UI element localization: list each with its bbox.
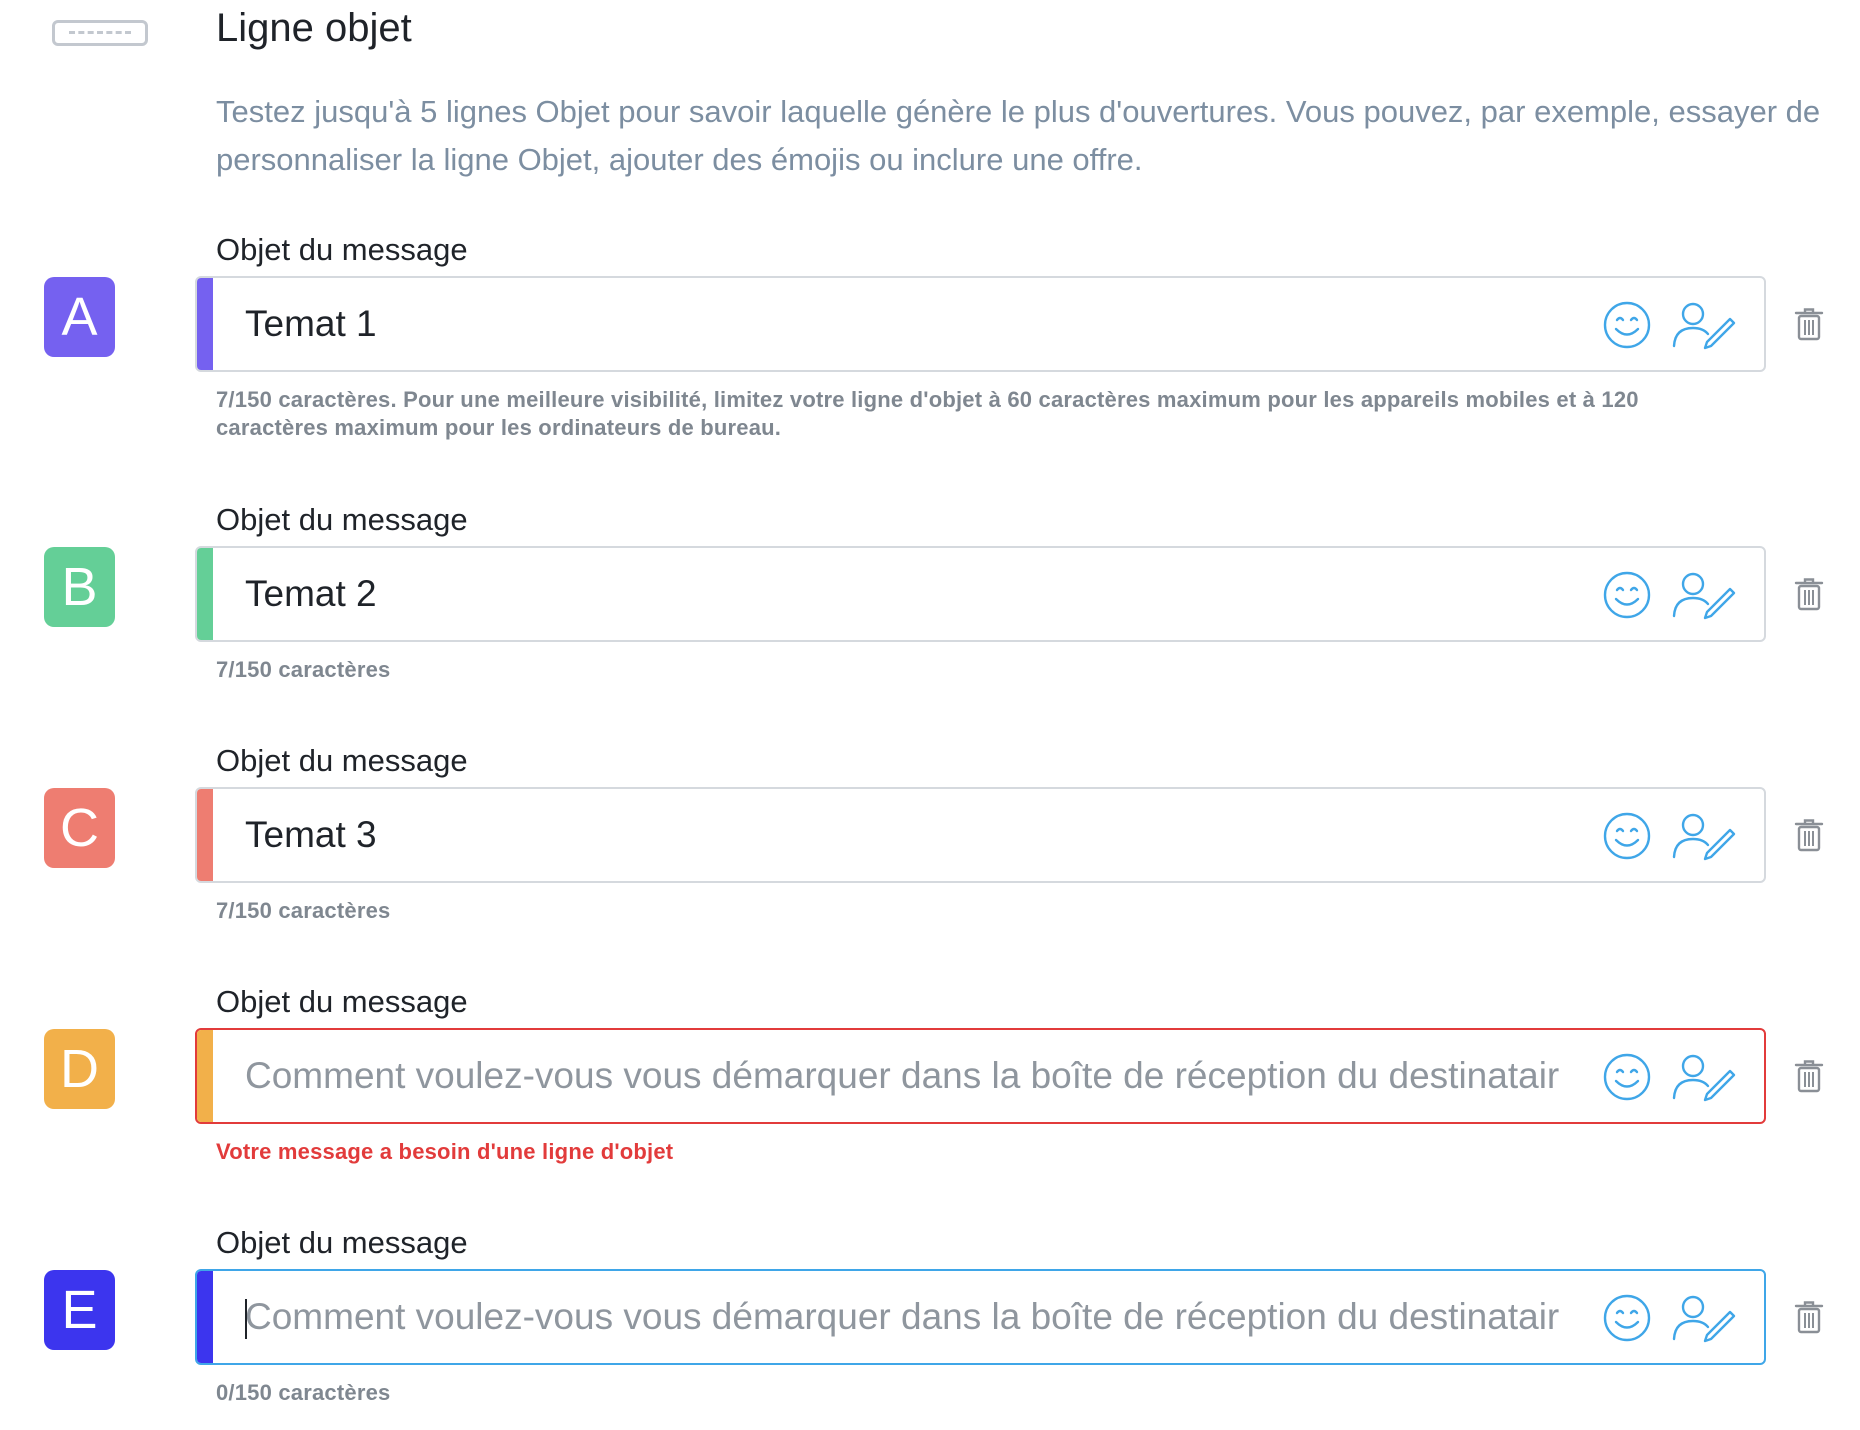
variant-letter-badge: B: [44, 547, 115, 627]
personalize-icon[interactable]: [1671, 811, 1737, 861]
subject-input[interactable]: [245, 548, 1565, 640]
subject-input[interactable]: [245, 278, 1565, 370]
subject-input-box: [195, 546, 1766, 642]
character-count-helper: 7/150 caractères: [216, 898, 391, 923]
variant-letter-badge: A: [44, 277, 115, 357]
personalize-icon[interactable]: [1671, 1293, 1737, 1343]
field-label: Objet du message: [216, 1225, 468, 1260]
trash-icon[interactable]: [1794, 577, 1824, 611]
field-label: Objet du message: [216, 984, 468, 1019]
subject-input-box: [195, 787, 1766, 883]
field-label: Objet du message: [216, 743, 468, 778]
section-description: Testez jusqu'à 5 lignes Objet pour savoi…: [216, 94, 1821, 177]
emoji-icon[interactable]: [1602, 300, 1652, 350]
emoji-icon[interactable]: [1602, 1052, 1652, 1102]
subject-input-box: [195, 276, 1766, 372]
emoji-icon[interactable]: [1602, 570, 1652, 620]
trash-icon[interactable]: [1794, 1300, 1824, 1334]
trash-icon[interactable]: [1794, 818, 1824, 852]
variant-letter-badge: E: [44, 1270, 115, 1350]
trash-icon[interactable]: [1794, 1059, 1824, 1093]
character-count-helper: 0/150 caractères: [216, 1380, 391, 1405]
emoji-icon[interactable]: [1602, 1293, 1652, 1343]
variant-letter-badge: D: [44, 1029, 115, 1109]
accent-bar: [197, 278, 213, 370]
accent-bar: [197, 1030, 213, 1122]
character-count-helper: 7/150 caractères. Pour une meilleure vis…: [216, 387, 1639, 440]
personalize-icon[interactable]: [1671, 300, 1737, 350]
accent-bar: [197, 1271, 213, 1363]
subject-input[interactable]: [245, 789, 1565, 881]
trash-icon[interactable]: [1794, 307, 1824, 341]
personalize-icon[interactable]: [1671, 1052, 1737, 1102]
character-count-helper: 7/150 caractères: [216, 657, 391, 682]
error-message: Votre message a besoin d'une ligne d'obj…: [216, 1139, 674, 1164]
field-label: Objet du message: [216, 232, 468, 267]
emoji-icon[interactable]: [1602, 811, 1652, 861]
field-label: Objet du message: [216, 502, 468, 537]
section-title: Ligne objet: [216, 6, 412, 50]
text-caret: [245, 1299, 247, 1339]
accent-bar: [197, 789, 213, 881]
subject-input[interactable]: [245, 1030, 1565, 1122]
subject-input[interactable]: [245, 1271, 1565, 1363]
subject-input-box: [195, 1028, 1766, 1124]
subject-input-box: [195, 1269, 1766, 1365]
personalize-icon[interactable]: [1671, 570, 1737, 620]
variant-letter-badge: C: [44, 788, 115, 868]
accent-bar: [197, 548, 213, 640]
subject-line-icon: [52, 20, 148, 46]
